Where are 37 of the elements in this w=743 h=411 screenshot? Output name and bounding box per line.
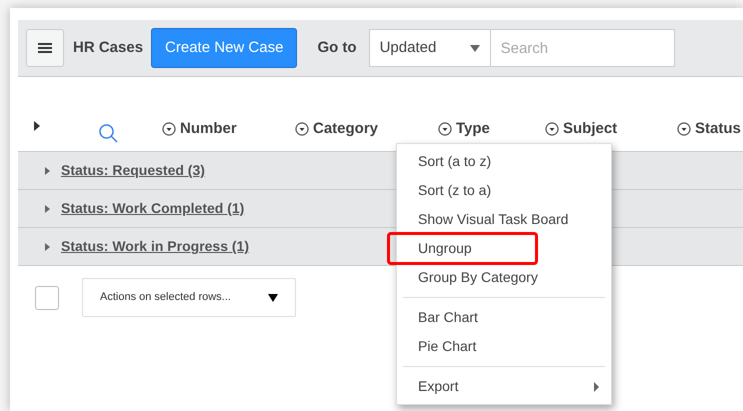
expand-icon[interactable]	[45, 166, 50, 174]
expand-all-icon[interactable]	[34, 121, 40, 131]
menu-item[interactable]: Show Visual Task Board	[397, 205, 611, 234]
menu-item[interactable]: Pie Chart	[397, 332, 611, 361]
menu-button[interactable]	[26, 29, 64, 67]
menu-item[interactable]: Bar Chart	[397, 303, 611, 332]
search-icon[interactable]	[98, 123, 120, 145]
expand-icon[interactable]	[45, 204, 50, 212]
column-header[interactable]: Status	[695, 118, 741, 140]
group-link[interactable]: Status: Requested (3)	[61, 160, 205, 181]
go-to-select[interactable]: Updated	[368, 29, 491, 67]
column-header[interactable]: Number	[180, 118, 237, 140]
go-to-label: Go to	[317, 38, 357, 58]
column-menu-icon[interactable]	[438, 122, 452, 136]
expand-icon[interactable]	[45, 242, 50, 250]
actions-select[interactable]: Actions on selected rows...	[82, 278, 296, 317]
submenu-arrow-icon	[594, 382, 599, 392]
select-all-checkbox[interactable]	[35, 286, 59, 310]
caret-icon	[470, 44, 480, 52]
menu-item[interactable]: Sort (z to a)	[397, 176, 611, 205]
list-title: HR Cases	[73, 38, 144, 58]
column-header[interactable]: Type	[456, 118, 490, 140]
menu-icon	[38, 42, 52, 54]
column-menu-icon[interactable]	[545, 122, 559, 136]
menu-item[interactable]: Group By Category	[397, 263, 611, 292]
group-link[interactable]: Status: Work in Progress (1)	[61, 236, 250, 257]
menu-item[interactable]: Sort (a to z)	[397, 147, 611, 176]
group-link[interactable]: Status: Work Completed (1)	[61, 198, 244, 219]
column-menu-icon[interactable]	[677, 122, 691, 136]
column-menu-icon[interactable]	[162, 122, 176, 136]
column-header[interactable]: Subject	[563, 118, 618, 140]
column-header[interactable]: Category	[313, 118, 378, 140]
search-field[interactable]: Search	[490, 29, 675, 67]
caret-icon	[268, 294, 278, 302]
menu-item[interactable]: Ungroup	[389, 234, 536, 263]
submenu-item[interactable]: Export	[397, 372, 611, 401]
column-menu-icon[interactable]	[295, 122, 309, 136]
